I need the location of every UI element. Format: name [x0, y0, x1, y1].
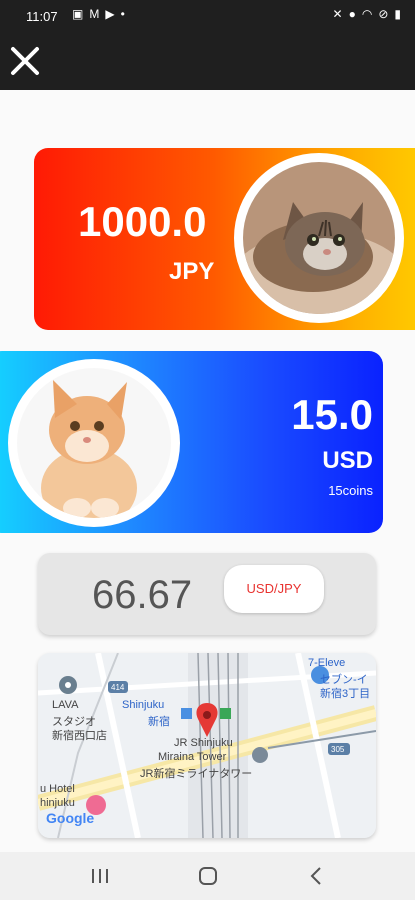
map-label-shinjuku: Shinjuku	[122, 699, 165, 711]
target-currency-card[interactable]: 15.0 USD 15coins	[0, 351, 383, 533]
google-logo: Google	[46, 810, 94, 826]
battery-icon: ▮	[394, 7, 401, 21]
block-icon: ⊘	[378, 7, 389, 21]
map-label-miraina-tower: Miraina Tower	[158, 751, 227, 763]
source-currency-card[interactable]: 1000.0 JPY	[34, 148, 415, 330]
location-icon: ●	[348, 7, 356, 21]
map-label-seven-eleven-area: 新宿3丁目	[320, 688, 371, 700]
close-icon	[11, 47, 39, 75]
mute-icon: ✕	[332, 7, 343, 21]
recents-icon	[92, 869, 108, 883]
source-amount: 1000.0	[78, 198, 207, 245]
exchange-rate-value: 66.67	[92, 573, 193, 617]
status-bar: 11:07 ▣ M ▶ • ✕ ● ◠ ⊘ ▮	[0, 0, 415, 32]
converter-content: 1000.0 JPY 15.0 USD 15coins 66.67 USD/JP…	[0, 90, 415, 852]
app-bar	[0, 32, 415, 90]
back-button[interactable]	[296, 862, 336, 890]
close-button[interactable]	[8, 44, 42, 78]
map-label-lava: LAVA	[52, 699, 79, 711]
home-button[interactable]	[188, 862, 228, 890]
target-amount: 15.0	[291, 391, 373, 438]
notification-icons: ▣ M ▶ •	[72, 7, 125, 21]
map-label-lava-area: 新宿西口店	[52, 730, 107, 742]
google-logo-text: Google	[46, 810, 95, 826]
location-map[interactable]: 414 305 7-Eleve セブン-イ 新宿3丁目 LAVA スタジオ 新宿…	[38, 653, 376, 838]
home-icon	[199, 867, 217, 885]
map-label-shinjuku-hotel: hinjuku	[40, 797, 75, 809]
recents-button[interactable]	[80, 862, 120, 890]
coins-count: 15coins	[328, 483, 373, 498]
map-label-hotel: u Hotel	[40, 783, 75, 795]
road-414-number: 414	[111, 683, 125, 692]
orange-cat-photo	[8, 359, 180, 527]
navigation-bar	[0, 852, 415, 900]
gmail-icon: M	[89, 7, 100, 21]
play-icon: ▶	[105, 7, 115, 21]
map-label-seven-eleven: 7-Eleve	[308, 657, 346, 669]
system-icons: ✕ ● ◠ ⊘ ▮	[333, 7, 401, 21]
map-label-jr-shinjuku: JR Shinjuku	[174, 737, 233, 749]
status-time: 11:07	[26, 9, 58, 24]
map-label-miraina-tower-jp: JR新宿ミライナタワー	[140, 768, 253, 780]
tabby-cat-photo	[234, 153, 404, 323]
exchange-rate-card: 66.67 USD/JPY	[38, 553, 376, 635]
dot-icon: •	[120, 7, 125, 21]
target-currency-code: USD	[322, 447, 373, 474]
back-icon	[310, 867, 321, 885]
currency-pair-button[interactable]: USD/JPY	[224, 565, 324, 613]
image-icon: ▣	[72, 7, 84, 21]
road-305-number: 305	[331, 745, 345, 754]
source-currency-code: JPY	[169, 258, 215, 285]
wifi-icon: ◠	[361, 7, 373, 21]
map-label-shinjuku-jp: 新宿	[148, 716, 170, 728]
